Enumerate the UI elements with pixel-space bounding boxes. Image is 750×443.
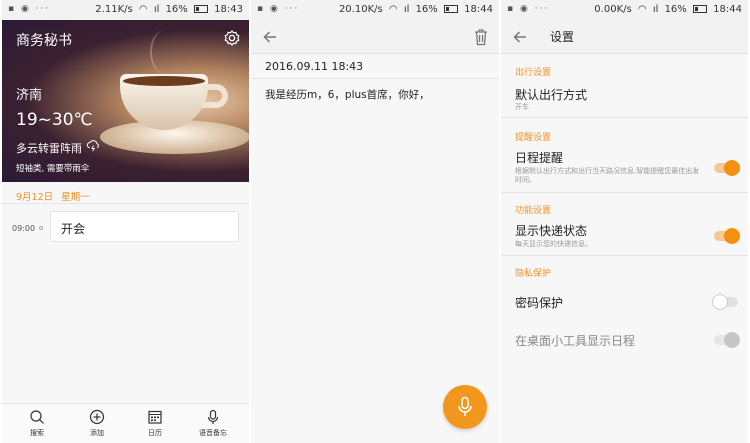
status-bar: ▪ ◉ ··· 2.11K/s ◠ ıl 16% 18:43 [2, 0, 249, 20]
setting-title: 密码保护 [515, 296, 564, 310]
express-status-toggle[interactable] [714, 228, 740, 244]
date-weekday: 星期一 [61, 192, 90, 203]
clock: 18:44 [464, 4, 493, 15]
battery-percent: 16% [165, 4, 188, 15]
status-right: 20.10K/s ◠ ıl 16% 18:44 [336, 4, 493, 15]
note-datetime: 2016.09.11 18:43 [265, 60, 364, 73]
date-day: 9月12日 [16, 192, 54, 203]
tab-label: 添加 [90, 429, 104, 437]
widget-schedule-toggle[interactable] [714, 332, 740, 348]
app-title: 商务秘书 [16, 33, 72, 49]
signal-icon: ıl [403, 4, 410, 15]
network-speed: 20.10K/s [338, 4, 383, 15]
search-icon [30, 410, 44, 424]
back-arrow-icon[interactable] [261, 28, 279, 46]
setting-title: 在桌面小工具显示日程 [515, 334, 636, 348]
event-title: 开会 [61, 222, 86, 236]
cup-handle-image [202, 84, 228, 108]
clock: 18:43 [214, 4, 243, 15]
network-speed: 0.00K/s [594, 4, 632, 15]
weather-temp: 19~30℃ [16, 110, 93, 130]
wifi-icon: ◠ [637, 4, 647, 15]
setting-title: 默认出行方式 [515, 88, 588, 102]
gear-icon[interactable] [223, 29, 241, 47]
status-left-icons: ▪ ◉ ··· [507, 4, 550, 14]
schedule-reminder-toggle[interactable] [714, 160, 740, 176]
home-screen: ▪ ◉ ··· 2.11K/s ◠ ıl 16% 18:43 商务秘书 济南 1… [2, 0, 249, 443]
battery-percent: 16% [664, 4, 687, 15]
battery-icon [692, 5, 707, 13]
note-toolbar [251, 20, 499, 54]
tab-add[interactable]: 添加 [68, 404, 126, 443]
toggle-knob [724, 332, 740, 348]
network-speed: 2.11K/s [95, 4, 133, 15]
voice-input-button[interactable] [443, 385, 487, 429]
tab-calendar[interactable]: 日历 [126, 404, 184, 443]
section-reminder: 提醒设置 [515, 133, 552, 143]
coffee-surface-image [123, 76, 205, 86]
screenshot-root: ▪ ◉ ··· 2.11K/s ◠ ıl 16% 18:43 商务秘书 济南 1… [0, 0, 750, 443]
toggle-knob [724, 228, 740, 244]
section-feature: 功能设置 [515, 206, 552, 216]
setting-title: 显示快递状态 [515, 224, 588, 238]
divider [501, 117, 748, 118]
page-title: 设置 [550, 30, 575, 44]
setting-desc: 根据默认出行方式和出行当天路况信息,智能提醒您最佳出发时间。 [515, 167, 700, 184]
status-right: 2.11K/s ◠ ıl 16% 18:43 [92, 4, 243, 15]
battery-icon [193, 5, 208, 13]
timeline-dot [39, 226, 43, 230]
date-header: 9月12日 星期一 [16, 189, 90, 203]
clock: 18:44 [713, 4, 742, 15]
note-screen: ▪ ◉ ··· 20.10K/s ◠ ıl 16% 18:44 2016.09.… [251, 0, 499, 443]
divider [501, 192, 748, 193]
weather-city: 济南 [16, 88, 43, 103]
divider [251, 78, 499, 79]
weather-hero: 商务秘书 济南 19~30℃ 多云转雷阵雨 短袖类, 需要带雨伞 [2, 20, 249, 182]
steam-decoration [150, 30, 180, 74]
thunder-cloud-icon [86, 140, 99, 152]
tab-label: 日历 [148, 429, 162, 437]
status-bar: ▪ ◉ ··· 20.10K/s ◠ ıl 16% 18:44 [251, 0, 499, 20]
signal-icon: ıl [652, 4, 659, 15]
note-content[interactable]: 我是经历m，6，plus首席，你好， [265, 87, 430, 102]
calendar-icon [148, 410, 162, 424]
bottom-tab-bar: 搜索 添加 日历 语音备忘 [2, 403, 249, 443]
event-card[interactable]: 开会 [50, 211, 239, 242]
settings-screen: ▪ ◉ ··· 0.00K/s ◠ ıl 16% 18:44 设置 出行设置 默… [501, 0, 748, 443]
toggle-knob [712, 294, 728, 310]
tab-search[interactable]: 搜索 [8, 404, 66, 443]
wifi-icon: ◠ [138, 4, 148, 15]
add-icon [89, 409, 105, 425]
divider [2, 203, 249, 204]
tab-voice-memo[interactable]: 语音备忘 [184, 404, 242, 443]
setting-value: 开车 [515, 103, 529, 111]
weather-desc: 多云转雷阵雨 [16, 142, 82, 155]
status-right: 0.00K/s ◠ ıl 16% 18:44 [591, 4, 742, 15]
toggle-knob [724, 160, 740, 176]
trash-icon[interactable] [473, 28, 489, 46]
event-time: 09:00 [12, 224, 36, 233]
signal-icon: ıl [153, 4, 160, 15]
section-privacy: 隐私保护 [515, 269, 552, 279]
tab-label: 搜索 [30, 429, 44, 437]
back-arrow-icon[interactable] [511, 28, 529, 46]
battery-percent: 16% [415, 4, 438, 15]
status-bar: ▪ ◉ ··· 0.00K/s ◠ ıl 16% 18:44 [501, 0, 748, 20]
tab-label: 语音备忘 [199, 429, 227, 437]
settings-toolbar: 设置 [501, 20, 748, 54]
status-left-icons: ▪ ◉ ··· [8, 4, 51, 14]
status-left-icons: ▪ ◉ ··· [257, 4, 300, 14]
mic-icon [207, 409, 219, 424]
wifi-icon: ◠ [388, 4, 398, 15]
setting-desc: 每天显示您的快递信息。 [515, 240, 592, 248]
battery-icon [443, 5, 458, 13]
setting-title: 日程提醒 [515, 151, 564, 165]
mic-icon [458, 396, 472, 416]
section-travel: 出行设置 [515, 68, 552, 78]
divider [501, 255, 748, 256]
weather-tip: 短袖类, 需要带雨伞 [16, 164, 90, 174]
password-toggle[interactable] [712, 294, 738, 310]
